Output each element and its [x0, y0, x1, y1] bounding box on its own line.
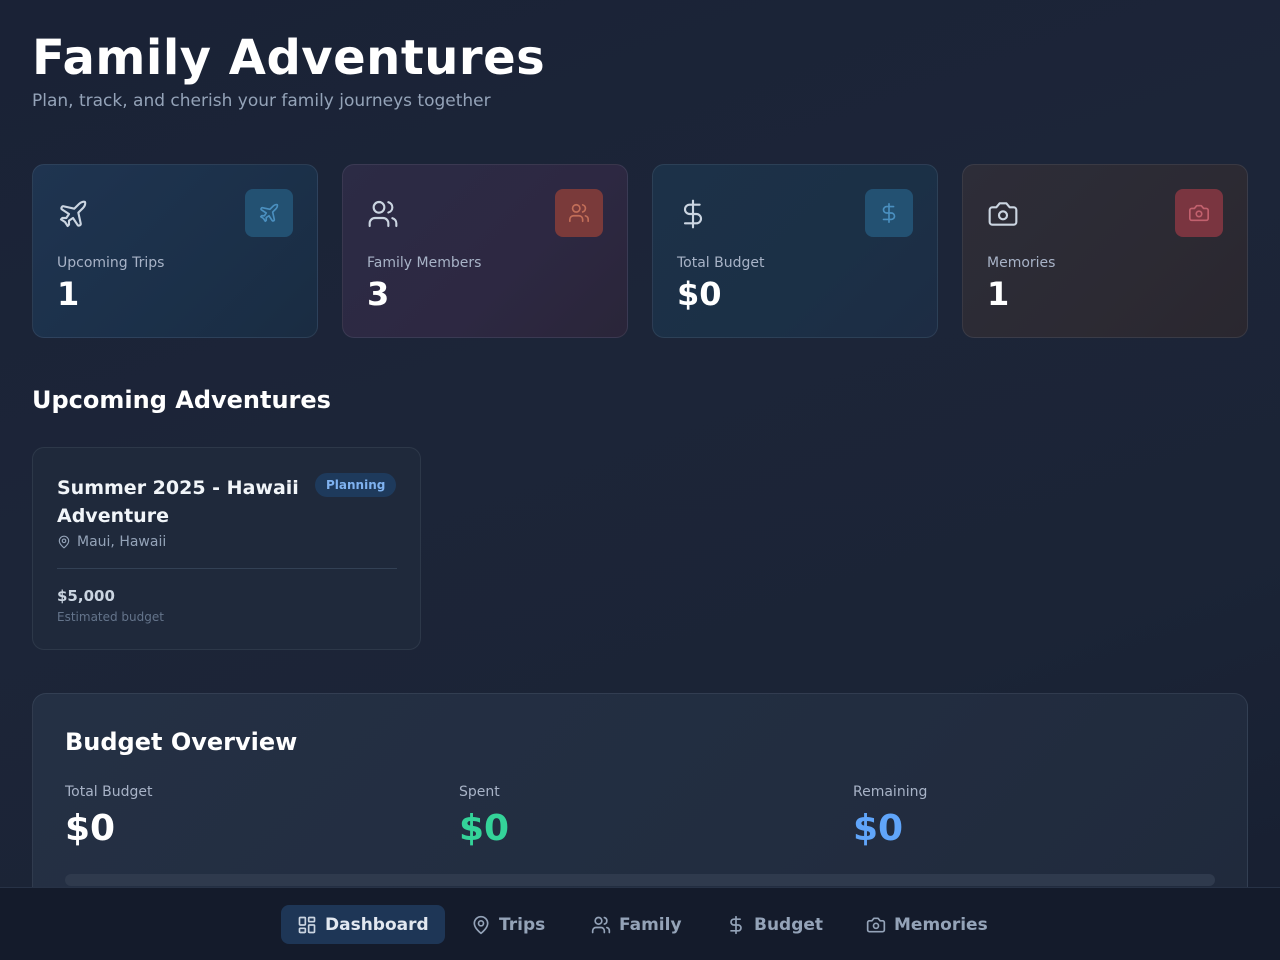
nav-item-family[interactable]: Family — [575, 905, 698, 944]
camera-icon — [866, 915, 886, 935]
upcoming-adventures-heading: Upcoming Adventures — [32, 386, 331, 414]
stat-label: Family Members — [367, 255, 482, 271]
budget-total-value: $0 — [65, 808, 116, 849]
dollar-icon — [677, 198, 709, 230]
users-icon — [591, 915, 611, 935]
trip-budget: $5,000 — [57, 587, 115, 605]
divider — [57, 568, 397, 569]
camera-icon — [987, 198, 1019, 230]
budget-remaining-value: $0 — [853, 808, 904, 849]
budget-progress-bar — [65, 874, 1215, 886]
trip-budget-label: Estimated budget — [57, 610, 164, 624]
stat-card-upcoming-trips[interactable]: Upcoming Trips 1 — [32, 164, 318, 338]
nav-item-budget[interactable]: Budget — [710, 905, 839, 944]
budget-remaining: Remaining $0 — [853, 784, 927, 849]
budget-overview-title: Budget Overview — [65, 728, 298, 756]
stat-card-family-members[interactable]: Family Members 3 — [342, 164, 628, 338]
trip-location: Maui, Hawaii — [57, 534, 166, 550]
map-pin-icon — [471, 915, 491, 935]
nav-item-dashboard[interactable]: Dashboard — [281, 905, 445, 944]
nav-label: Budget — [754, 914, 824, 935]
stat-card-memories[interactable]: Memories 1 — [962, 164, 1248, 338]
stat-value: 1 — [987, 275, 1010, 313]
bottom-nav: Dashboard Trips Family Budget Memories — [0, 887, 1280, 960]
budget-total: Total Budget $0 — [65, 784, 153, 849]
stat-label: Memories — [987, 255, 1056, 271]
stat-label: Total Budget — [677, 255, 765, 271]
budget-total-label: Total Budget — [65, 784, 153, 800]
nav-label: Family — [619, 914, 682, 935]
nav-item-memories[interactable]: Memories — [850, 905, 1004, 944]
stat-label: Upcoming Trips — [57, 255, 165, 271]
budget-spent-value: $0 — [459, 808, 510, 849]
nav-item-trips[interactable]: Trips — [455, 905, 561, 944]
nav-label: Trips — [499, 914, 546, 935]
users-icon — [367, 198, 399, 230]
stat-value: 1 — [57, 275, 80, 313]
page-title: Family Adventures — [32, 30, 546, 86]
plane-icon — [245, 189, 293, 237]
trip-card[interactable]: Summer 2025 - Hawaii Adventure Planning … — [32, 447, 421, 650]
stat-card-total-budget[interactable]: Total Budget $0 — [652, 164, 938, 338]
budget-remaining-label: Remaining — [853, 784, 928, 800]
dollar-icon — [726, 915, 746, 935]
trip-location-text: Maui, Hawaii — [77, 534, 167, 550]
dashboard-icon — [297, 915, 317, 935]
trip-name: Summer 2025 - Hawaii Adventure — [57, 477, 299, 527]
budget-spent-label: Spent — [459, 784, 500, 800]
stat-value: $0 — [677, 275, 722, 313]
page-subtitle: Plan, track, and cherish your family jou… — [32, 91, 491, 111]
stat-value: 3 — [367, 275, 390, 313]
dollar-icon — [865, 189, 913, 237]
nav-label: Memories — [894, 914, 988, 935]
stats-row: Upcoming Trips 1 Family Members 3 Total … — [32, 164, 1248, 338]
map-pin-icon — [57, 535, 71, 549]
plane-icon — [57, 198, 89, 230]
nav-label: Dashboard — [325, 914, 429, 935]
camera-icon — [1175, 189, 1223, 237]
users-icon — [555, 189, 603, 237]
budget-spent: Spent $0 — [459, 784, 509, 849]
status-badge: Planning — [315, 473, 397, 497]
